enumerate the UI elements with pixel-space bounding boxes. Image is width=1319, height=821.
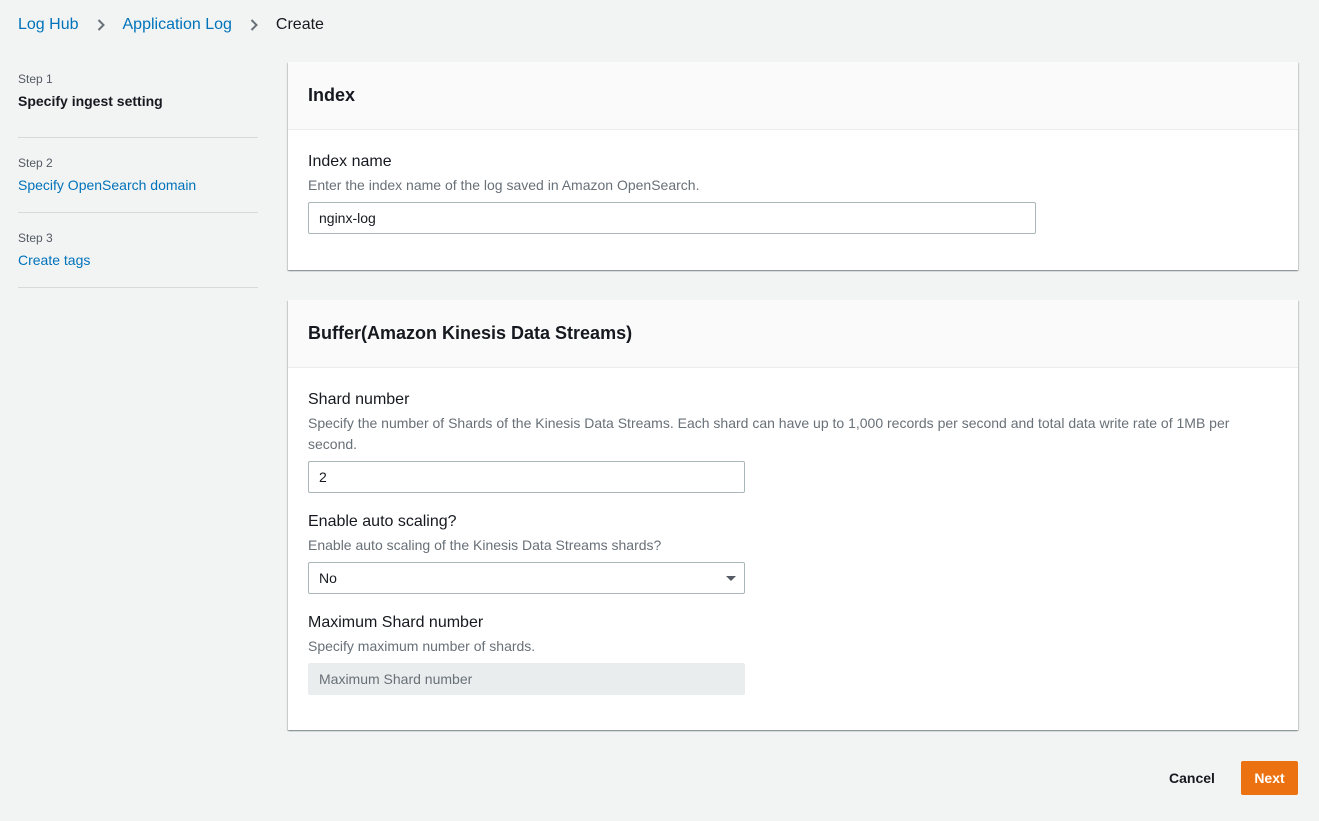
panel-title: Buffer(Amazon Kinesis Data Streams): [288, 300, 1298, 368]
auto-scaling-label: Enable auto scaling?: [308, 513, 457, 530]
step-number: Step 1: [18, 72, 53, 86]
index-name-input[interactable]: [308, 202, 1036, 234]
caret-down-icon: [726, 576, 736, 581]
index-panel: Index Index name Enter the index name of…: [288, 62, 1298, 270]
panel-title: Index: [288, 62, 1298, 130]
index-name-label: Index name: [308, 153, 392, 170]
index-name-description: Enter the index name of the log saved in…: [308, 177, 700, 193]
wizard-steps: Step 1 Specify ingest setting Step 2 Spe…: [18, 64, 258, 288]
chevron-right-icon: [79, 15, 123, 35]
auto-scaling-description: Enable auto scaling of the Kinesis Data …: [308, 537, 662, 553]
step-1: Step 1 Specify ingest setting: [18, 64, 258, 138]
breadcrumb-current: Create: [275, 16, 324, 33]
auto-scaling-select[interactable]: No: [308, 562, 745, 594]
step-3: Step 3 Create tags: [18, 213, 258, 288]
auto-scaling-selected-value: No: [319, 570, 337, 586]
step-number: Step 2: [18, 156, 53, 170]
shard-number-input[interactable]: [308, 461, 745, 493]
shard-number-description: Specify the number of Shards of the Kine…: [308, 415, 1230, 452]
max-shard-description: Specify maximum number of shards.: [308, 638, 536, 654]
breadcrumb-application-log[interactable]: Application Log: [123, 16, 232, 34]
buffer-panel: Buffer(Amazon Kinesis Data Streams) Shar…: [288, 300, 1298, 730]
breadcrumb: Log Hub Application Log Create: [18, 14, 324, 36]
max-shard-label: Maximum Shard number: [308, 614, 484, 631]
shard-number-label: Shard number: [308, 391, 410, 408]
step-link-opensearch-domain[interactable]: Specify OpenSearch domain: [18, 176, 258, 194]
cancel-button[interactable]: Cancel: [1156, 761, 1228, 795]
step-link-create-tags[interactable]: Create tags: [18, 251, 258, 269]
step-title-active: Specify ingest setting: [18, 93, 163, 109]
step-number: Step 3: [18, 231, 53, 245]
breadcrumb-log-hub[interactable]: Log Hub: [18, 16, 79, 34]
max-shard-input[interactable]: [308, 663, 745, 695]
chevron-right-icon: [232, 15, 276, 35]
next-button[interactable]: Next: [1241, 761, 1298, 795]
step-2: Step 2 Specify OpenSearch domain: [18, 138, 258, 213]
